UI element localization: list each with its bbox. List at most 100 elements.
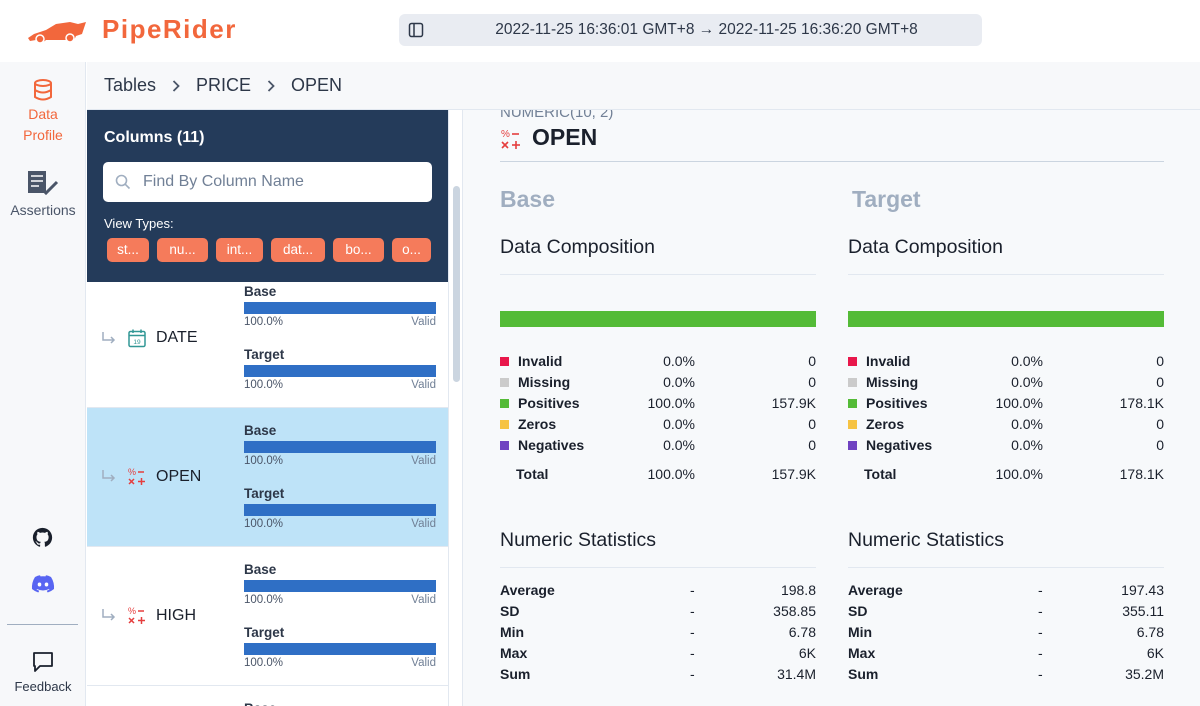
bar-label: Target: [244, 625, 285, 640]
column-row-date[interactable]: 19 DATE Base 100.0% Valid Target 100.0% Va…: [87, 282, 448, 408]
bar-label: Base: [244, 423, 277, 438]
view-type-chips: st... nu... int... dat... bo... o...: [107, 238, 431, 262]
stat-label: Min: [500, 624, 525, 640]
row-label: Negatives: [518, 437, 585, 453]
stat-label: Min: [848, 624, 873, 640]
nav-assertions[interactable]: Assertions: [0, 170, 86, 221]
stat-dash: -: [1038, 645, 1043, 661]
nav-feedback-label: Feedback: [14, 679, 72, 694]
stat-value: 6.78: [1136, 624, 1164, 640]
row-label: Invalid: [518, 353, 563, 369]
row-label: Invalid: [866, 353, 911, 369]
stat-dash: -: [1038, 582, 1043, 598]
column-row-open[interactable]: % OPEN Base 100.0% Valid Target 100.0% Val…: [87, 408, 448, 547]
row-label: Positives: [866, 395, 928, 411]
bar-label: Base: [244, 700, 436, 706]
column-detail: NUMERIC(10, 2) % OPEN Base Data Composit…: [462, 110, 1200, 706]
bar-pct: 100.0%: [244, 594, 284, 606]
legend-swatch: [500, 378, 509, 387]
chip-datetime[interactable]: dat...: [271, 238, 325, 262]
chip-other[interactable]: o...: [392, 238, 431, 262]
target-bar-block: Target 100.0% Valid: [244, 346, 436, 391]
base-heading: Base: [500, 186, 555, 212]
chip-numeric[interactable]: nu...: [157, 238, 208, 262]
row-label: Missing: [866, 374, 919, 390]
composition-bar: [500, 311, 816, 327]
bar-status: Valid: [411, 316, 436, 328]
columns-panel: Columns (11) View Types: st... nu... int…: [87, 110, 449, 706]
stat-dash: -: [690, 666, 695, 682]
child-arrow-icon: [102, 609, 116, 621]
stat-row: Max - 6K: [500, 644, 816, 665]
composition-row: Missing 0.0% 0: [848, 373, 1164, 394]
row-pct: 100.0%: [647, 395, 695, 411]
stat-row: SD - 355.11: [848, 602, 1164, 623]
column-row-partial[interactable]: Base: [87, 686, 448, 706]
stat-label: Average: [848, 582, 903, 598]
column-row-high[interactable]: % HIGH Base 100.0% Valid Target 100.0% Val…: [87, 547, 448, 686]
stat-dash: -: [1038, 624, 1043, 640]
stat-value: 355.11: [1122, 603, 1164, 619]
chevron-right-icon: [172, 79, 180, 92]
discord-icon[interactable]: [31, 575, 55, 595]
legend-swatch: [500, 357, 509, 366]
row-label: Total: [516, 466, 549, 482]
valid-bar: [244, 504, 436, 516]
stats-title: Numeric Statistics: [848, 529, 1005, 551]
stats-title: Numeric Statistics: [500, 529, 657, 551]
composition-row: Negatives 0.0% 0: [500, 436, 816, 457]
row-label: Zeros: [518, 416, 557, 432]
section-divider: [848, 274, 1164, 275]
column-type: NUMERIC(10, 2): [500, 110, 614, 121]
nav-data-profile-label-2: Profile: [23, 127, 63, 143]
composition-title: Data Composition: [848, 236, 1003, 258]
composition-row: Positives 100.0% 157.9K: [500, 394, 816, 415]
bar-pct: 100.0%: [244, 379, 284, 391]
base-bar-block: Base 100.0% Valid: [244, 561, 436, 606]
numeric-icon: %: [128, 606, 145, 624]
legend-swatch: [848, 399, 857, 408]
side-nav: Data Profile Assertions Feedback: [0, 62, 86, 706]
nav-feedback[interactable]: Feedback: [0, 651, 86, 697]
column-search[interactable]: [103, 162, 432, 202]
row-label: Positives: [518, 395, 580, 411]
chevron-right-icon: [267, 79, 275, 92]
section-divider: [848, 567, 1164, 568]
column-search-input[interactable]: [143, 162, 423, 202]
view-types-label: View Types:: [104, 216, 174, 231]
piperider-logo[interactable]: PipeRider: [26, 14, 237, 45]
row-count: 0: [1156, 374, 1164, 390]
chip-integer[interactable]: int...: [216, 238, 263, 262]
stat-row: Min - 6.78: [848, 623, 1164, 644]
checklist-icon: [28, 171, 59, 196]
composition-table: Invalid 0.0% 0 Missing 0.0% 0 Positives 100.0…: [500, 352, 816, 486]
valid-bar: [244, 365, 436, 377]
row-pct: 100.0%: [995, 466, 1043, 482]
svg-text:%: %: [501, 129, 510, 140]
target-bar-block: Target 100.0% Valid: [244, 624, 436, 669]
breadcrumb-table[interactable]: PRICE: [196, 75, 251, 96]
nav-data-profile[interactable]: Data Profile: [0, 78, 86, 146]
chip-boolean[interactable]: bo...: [333, 238, 384, 262]
github-icon[interactable]: [32, 527, 53, 548]
breadcrumb-tables[interactable]: Tables: [104, 75, 156, 96]
row-pct: 0.0%: [1011, 416, 1043, 432]
calendar-icon: 19: [128, 329, 146, 348]
row-count: 157.9K: [771, 395, 816, 411]
chip-string[interactable]: st...: [107, 238, 149, 262]
columns-title: Columns (11): [104, 129, 205, 146]
bar-status: Valid: [411, 594, 436, 606]
valid-bar: [244, 643, 436, 655]
comparison-range: 2022-11-25 16:36:01 GMT+8 → 2022-11-25 1…: [399, 14, 982, 46]
composition-table: Invalid 0.0% 0 Missing 0.0% 0 Positives 100.0…: [848, 352, 1164, 486]
row-count: 0: [808, 416, 816, 432]
composition-row: Zeros 0.0% 0: [500, 415, 816, 436]
stat-value: 35.2M: [1125, 666, 1164, 682]
composition-total-row: Total 100.0% 157.9K: [500, 465, 816, 486]
bar-label: Target: [244, 347, 285, 362]
stat-label: Sum: [500, 666, 531, 682]
row-pct: 0.0%: [1011, 353, 1043, 369]
columns-scrollbar[interactable]: [453, 186, 460, 382]
legend-swatch: [500, 441, 509, 450]
stat-label: SD: [500, 603, 520, 619]
